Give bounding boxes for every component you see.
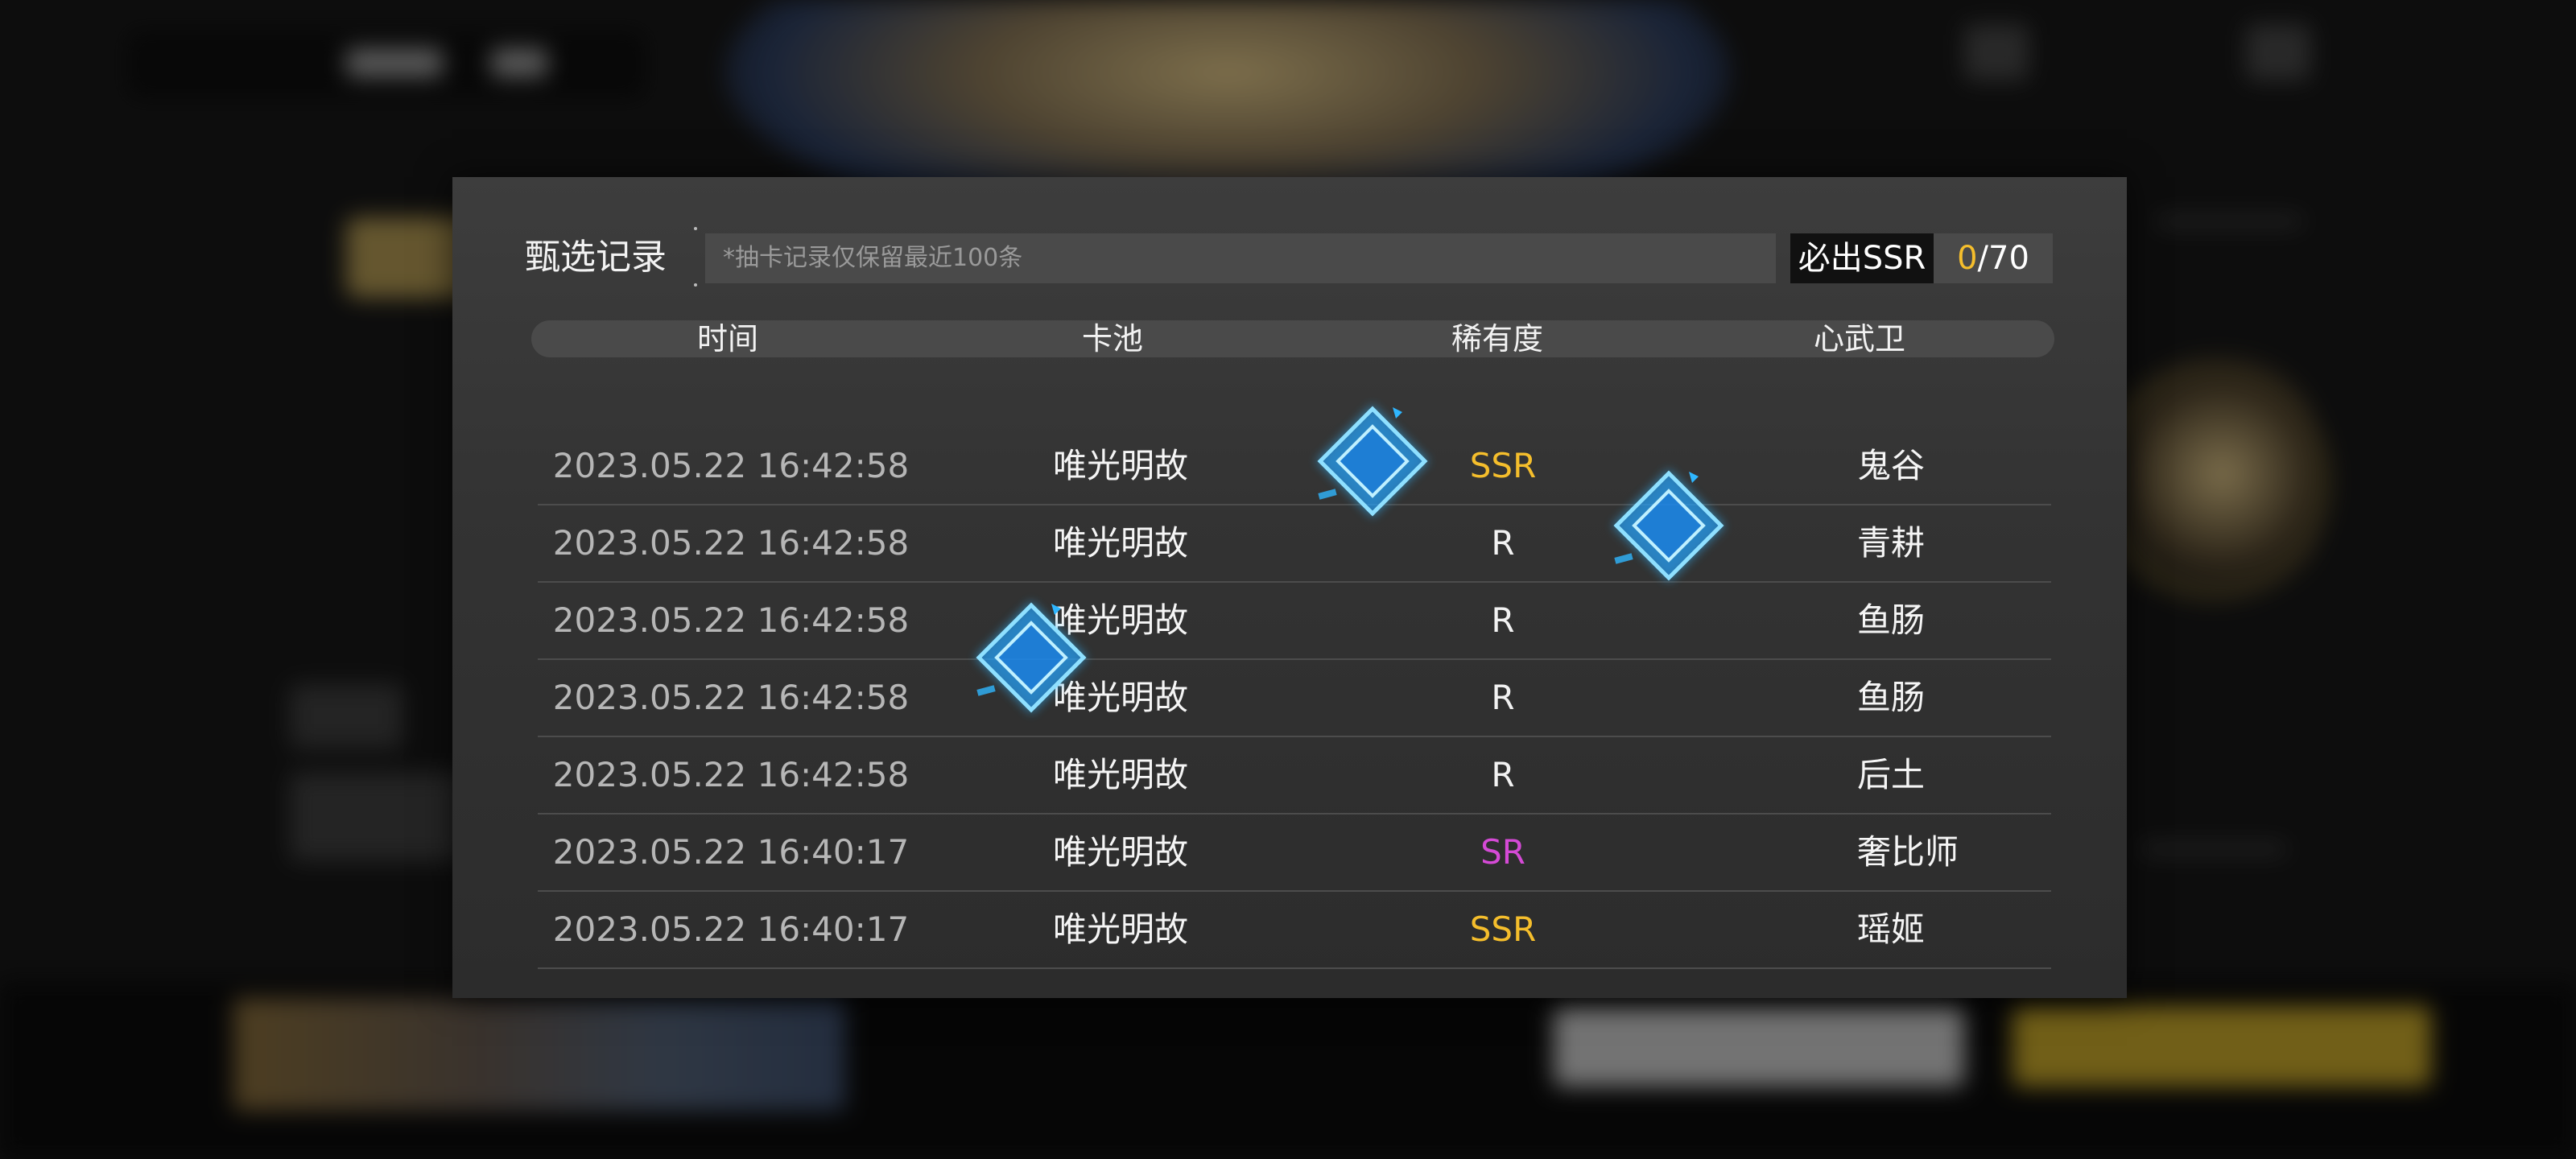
- row-rarity: SSR: [1469, 909, 1537, 949]
- column-header-character: 心武卫: [1813, 321, 1906, 357]
- gacha-record-dialog: 甄选记录 *抽卡记录仅保留最近100条 必出SSR 0/70 时间 卡池 稀有度…: [452, 177, 2127, 998]
- table-row: 2023.05.22 16:42:58 唯光明故 R 青耕: [538, 505, 2051, 583]
- row-pool: 唯光明故: [1052, 909, 1189, 949]
- table-row: 2023.05.22 16:42:58 唯光明故 R 鱼肠: [538, 583, 2051, 660]
- row-pool: 唯光明故: [1052, 446, 1189, 485]
- column-header-pool: 卡池: [1081, 321, 1144, 357]
- row-time: 2023.05.22 16:42:58: [552, 678, 910, 717]
- column-header-time: 时间: [696, 321, 759, 357]
- pity-total: /70: [1977, 240, 2029, 277]
- record-limit-notice: *抽卡记录仅保留最近100条: [723, 244, 1023, 272]
- notice-bar: *抽卡记录仅保留最近100条: [705, 233, 1776, 283]
- row-time: 2023.05.22 16:40:17: [552, 832, 910, 872]
- row-character: 鬼谷: [1857, 446, 1926, 485]
- row-character: 瑶姬: [1857, 909, 1926, 949]
- row-rarity: R: [1491, 755, 1515, 794]
- row-rarity: SR: [1480, 832, 1525, 872]
- row-character: 鱼肠: [1857, 678, 1926, 717]
- table-row: 2023.05.22 16:42:58 唯光明故 SSR 鬼谷: [538, 428, 2051, 505]
- row-rarity: R: [1491, 678, 1515, 717]
- row-character: 青耕: [1857, 523, 1926, 563]
- row-time: 2023.05.22 16:42:58: [552, 523, 910, 563]
- row-pool: 唯光明故: [1052, 523, 1189, 563]
- pity-label: 必出SSR: [1790, 233, 1934, 283]
- table-row: 2023.05.22 16:42:58 唯光明故 R 后土: [538, 737, 2051, 815]
- row-character: 鱼肠: [1857, 600, 1926, 640]
- blue-crystal-icon: [971, 597, 1092, 718]
- table-header: 时间 卡池 稀有度 心武卫: [531, 320, 2054, 357]
- table-row: 2023.05.22 16:40:17 唯光明故 SR 奢比师: [538, 815, 2051, 892]
- title-decoration-dot: [694, 227, 697, 230]
- row-pool: 唯光明故: [1052, 755, 1189, 794]
- blue-crystal-icon: [1312, 401, 1433, 522]
- row-rarity: R: [1491, 600, 1515, 640]
- row-character: 后土: [1857, 755, 1926, 794]
- table-row: 2023.05.22 16:42:58 唯光明故 R 鱼肠: [538, 660, 2051, 737]
- blue-crystal-icon: [1608, 465, 1729, 586]
- row-rarity: R: [1491, 523, 1515, 563]
- title-decoration-dot: [694, 283, 697, 287]
- row-rarity: SSR: [1469, 446, 1537, 485]
- row-time: 2023.05.22 16:42:58: [552, 446, 910, 485]
- row-character: 奢比师: [1857, 832, 1959, 872]
- row-time: 2023.05.22 16:42:58: [552, 600, 910, 640]
- row-pool: 唯光明故: [1052, 832, 1189, 872]
- dialog-title: 甄选记录: [525, 237, 667, 278]
- pity-counter: 0/70: [1934, 233, 2053, 283]
- pity-current: 0: [1957, 240, 1978, 277]
- row-time: 2023.05.22 16:40:17: [552, 909, 910, 949]
- table-row: 2023.05.22 16:40:17 唯光明故 SSR 瑶姬: [538, 892, 2051, 969]
- record-list[interactable]: 2023.05.22 16:42:58 唯光明故 SSR 鬼谷 2023.05.…: [538, 428, 2051, 969]
- row-time: 2023.05.22 16:42:58: [552, 755, 910, 794]
- column-header-rarity: 稀有度: [1451, 321, 1544, 357]
